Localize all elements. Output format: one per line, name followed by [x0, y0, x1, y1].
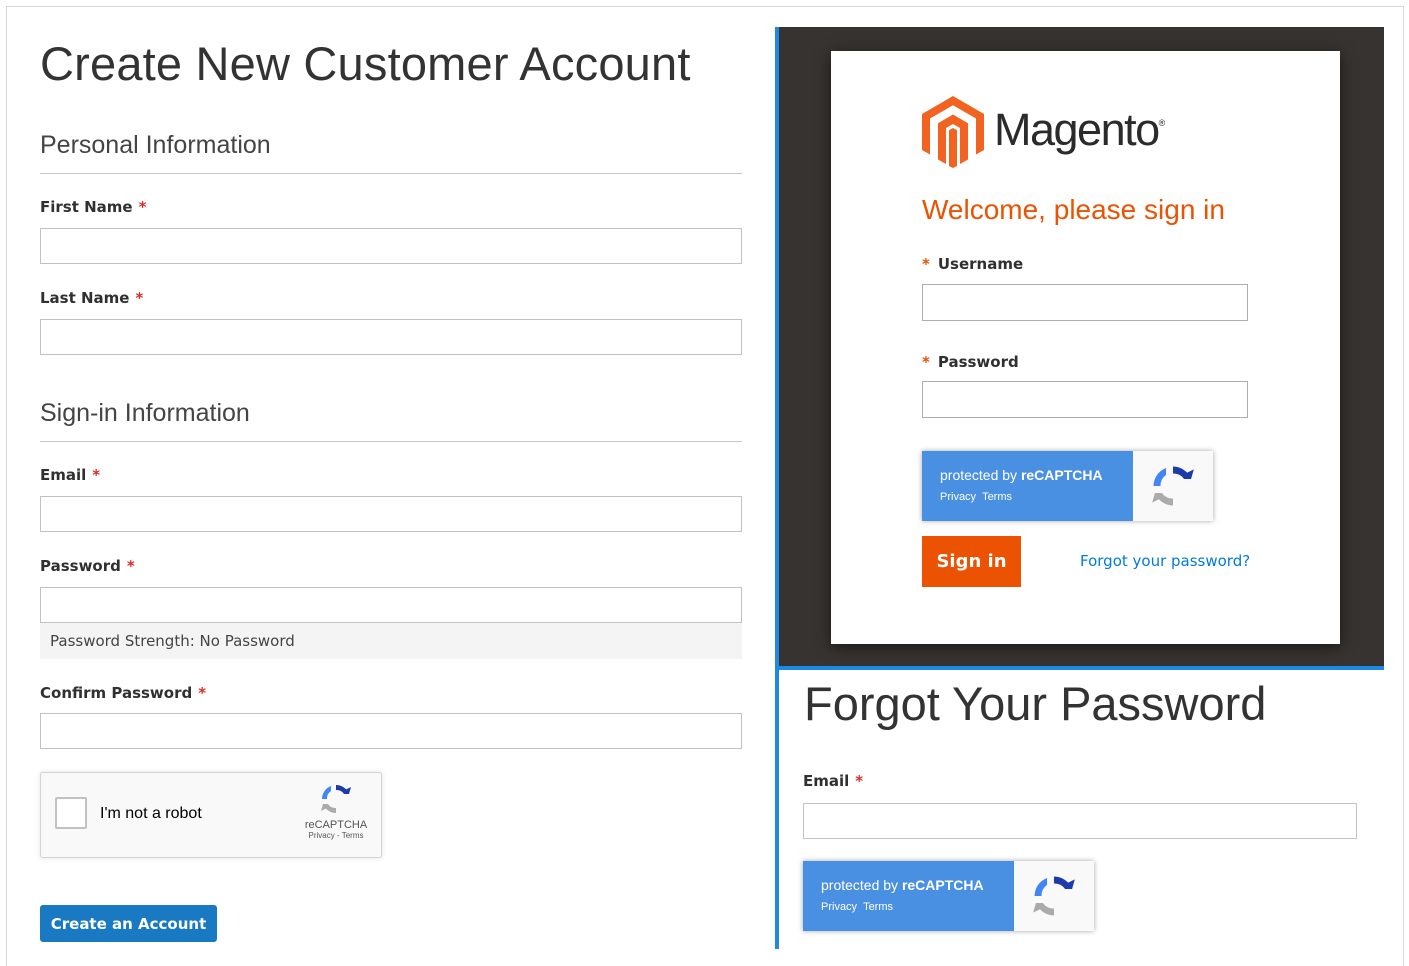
personal-info-heading: Personal Information: [40, 131, 271, 159]
forgot-password-title: Forgot Your Password: [804, 677, 1267, 730]
recaptcha-badge: protected by reCAPTCHA Privacy Terms: [922, 451, 1213, 521]
username-input[interactable]: [922, 284, 1248, 321]
email-input[interactable]: [40, 496, 742, 532]
privacy-link[interactable]: Privacy: [821, 901, 857, 913]
magento-wordmark: Magento®: [994, 104, 1165, 155]
password-label: Password *: [40, 557, 135, 575]
recaptcha-checkbox[interactable]: [55, 797, 87, 829]
admin-password-label: * Password: [922, 353, 1019, 371]
recaptcha-protected-text: protected by reCAPTCHA: [940, 467, 1103, 483]
sign-in-button[interactable]: Sign in: [922, 536, 1021, 587]
terms-link[interactable]: Terms: [863, 901, 893, 913]
recaptcha-icon: [1033, 876, 1075, 916]
signin-info-heading: Sign-in Information: [40, 399, 250, 427]
last-name-label: Last Name *: [40, 289, 144, 307]
recaptcha-icon: [321, 785, 351, 813]
recaptcha-badge-links: Privacy Terms: [821, 901, 899, 913]
recaptcha-badge: protected by reCAPTCHA Privacy Terms: [803, 861, 1094, 931]
admin-password-input[interactable]: [922, 381, 1248, 418]
recaptcha-protected-text: protected by reCAPTCHA: [821, 877, 984, 893]
recaptcha-label: I'm not a robot: [100, 805, 202, 822]
magento-logo-icon: [922, 96, 984, 168]
recaptcha-badge-links: Privacy Terms: [940, 491, 1018, 503]
page-title: Create New Customer Account: [40, 37, 691, 90]
privacy-link[interactable]: Privacy: [940, 491, 976, 503]
recaptcha-icon: [1152, 466, 1194, 506]
recaptcha-logo: reCAPTCHA Privacy - Terms: [301, 781, 371, 840]
username-label: * Username: [922, 255, 1024, 273]
recaptcha-widget: I'm not a robot reCAPTCHA Privacy - Term…: [40, 772, 382, 858]
welcome-heading: Welcome, please sign in: [922, 194, 1225, 225]
section-divider: [40, 173, 742, 174]
forgot-email-input[interactable]: [803, 803, 1357, 839]
section-divider: [40, 441, 742, 442]
panel-divider-horizontal: [779, 666, 1384, 670]
first-name-label: First Name *: [40, 198, 147, 216]
recaptcha-brand: reCAPTCHA: [304, 819, 368, 831]
recaptcha-links[interactable]: Privacy - Terms: [301, 831, 371, 840]
password-strength-meter: Password Strength: No Password: [40, 623, 742, 659]
last-name-input[interactable]: [40, 319, 742, 355]
forgot-email-label: Email *: [803, 772, 864, 790]
terms-link[interactable]: Terms: [982, 491, 1012, 503]
create-account-button[interactable]: Create an Account: [40, 905, 217, 942]
password-input[interactable]: [40, 587, 742, 623]
confirm-password-input[interactable]: [40, 713, 742, 749]
forgot-password-link[interactable]: Forgot your password?: [1080, 552, 1250, 570]
email-label: Email *: [40, 466, 101, 484]
first-name-input[interactable]: [40, 228, 742, 264]
confirm-password-label: Confirm Password *: [40, 684, 207, 702]
